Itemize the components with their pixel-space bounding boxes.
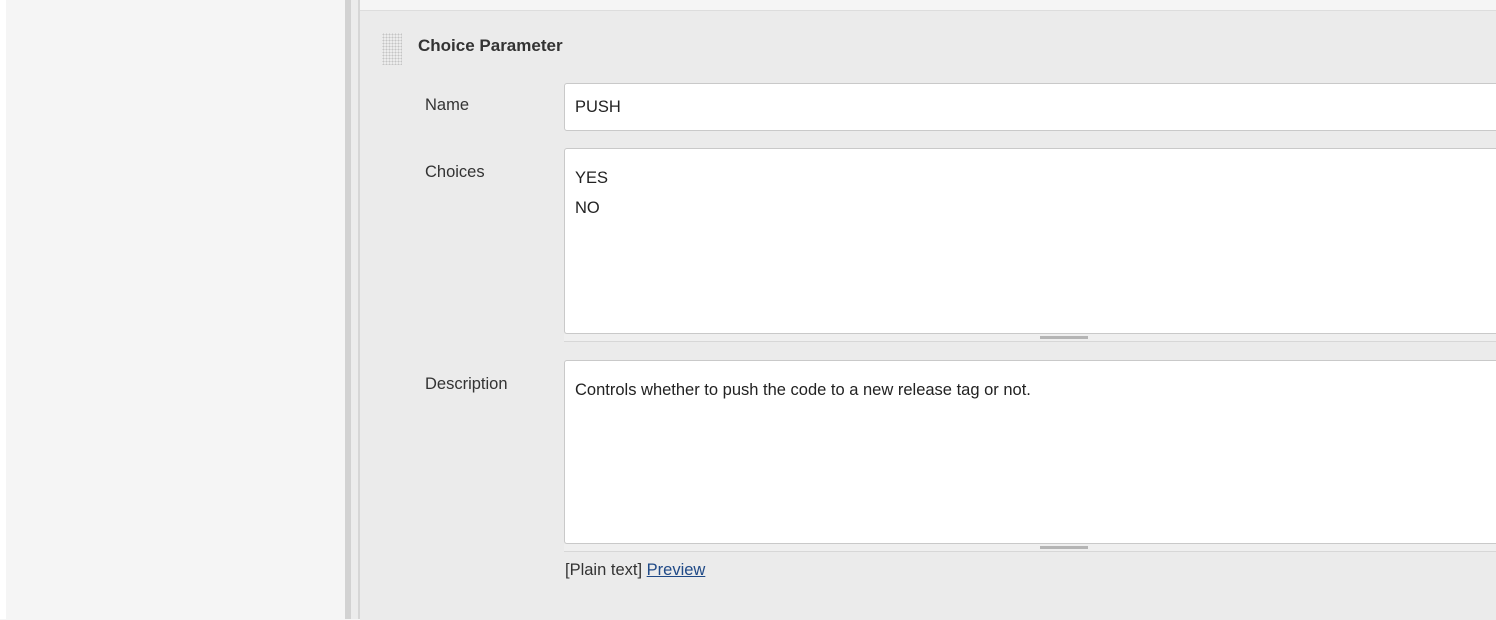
choices-textarea[interactable]: YES NO <box>564 148 1496 334</box>
choices-resize-handle[interactable] <box>564 334 1496 342</box>
description-label: Description <box>425 375 508 393</box>
description-resize-handle[interactable] <box>564 544 1496 552</box>
drag-handle-icon[interactable] <box>382 33 402 65</box>
format-type-label: [Plain text] <box>565 561 643 579</box>
page-left-edge <box>0 0 6 619</box>
preview-link[interactable]: Preview <box>647 561 706 579</box>
panel-left-border-inner <box>351 0 358 619</box>
name-label: Name <box>425 96 470 114</box>
format-line: [Plain text] Preview <box>565 561 705 580</box>
choices-label: Choices <box>425 163 485 181</box>
name-input[interactable] <box>564 83 1496 131</box>
section-title: Choice Parameter <box>418 36 563 55</box>
description-textarea[interactable]: Controls whether to push the code to a n… <box>564 360 1496 544</box>
